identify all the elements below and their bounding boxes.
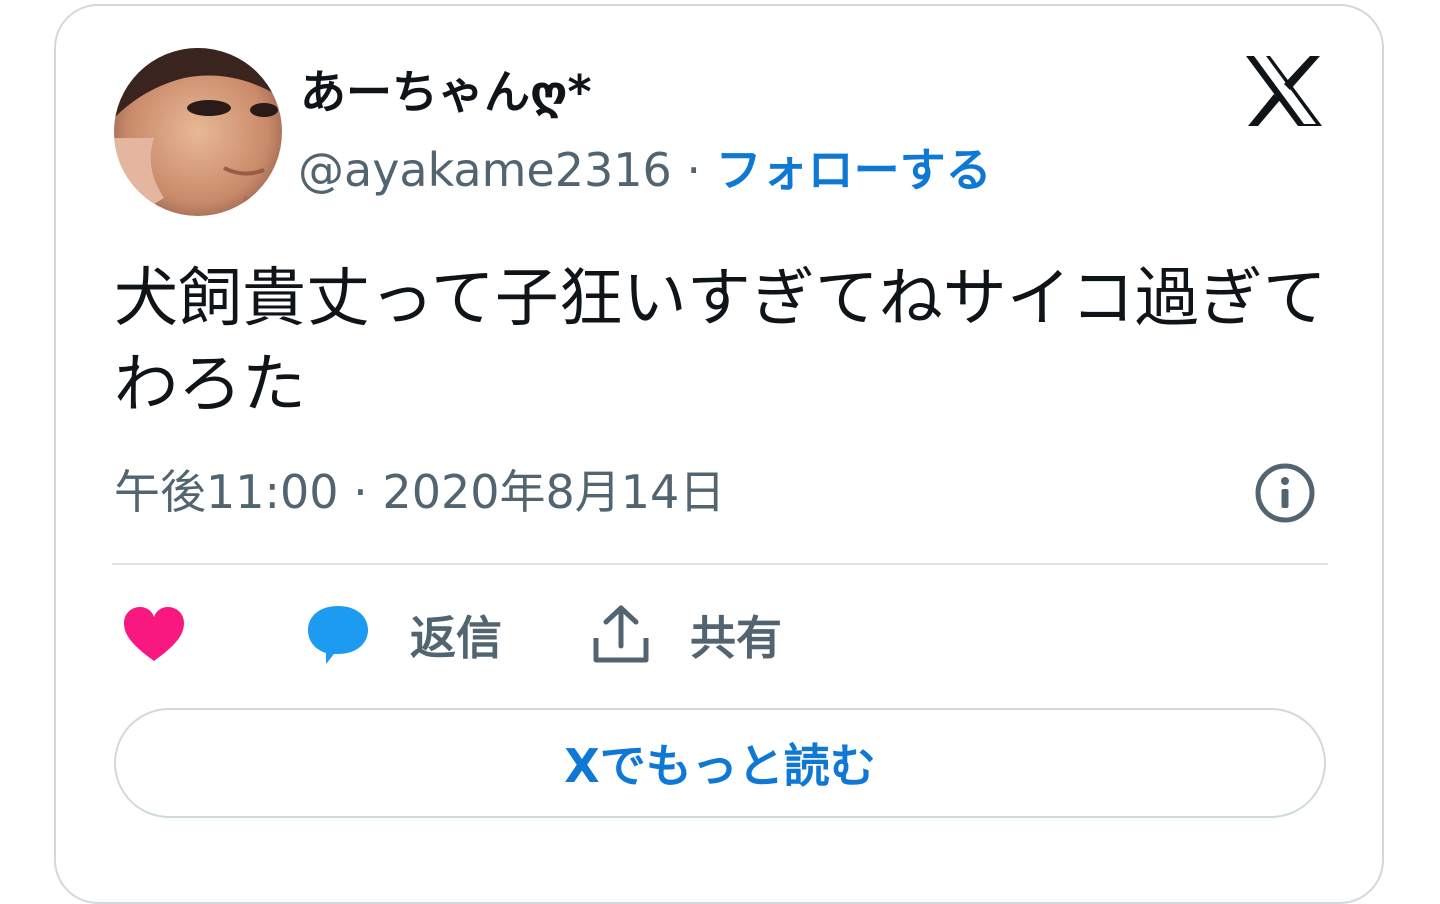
share-label: 共有 (690, 611, 782, 665)
handle-row: @ayakame2316 · フォローする (298, 138, 992, 202)
tweet-text: 犬飼貴丈って子狂いすぎてねサイコ過ぎてわろた (114, 262, 1327, 422)
speech-bubble-icon (308, 606, 368, 664)
reply-button[interactable]: 返信 (306, 600, 502, 670)
follow-button[interactable]: フォローする (716, 143, 992, 197)
share-button[interactable]: 共有 (592, 600, 782, 670)
like-button[interactable] (122, 600, 186, 670)
share-icon (593, 605, 649, 663)
timestamp[interactable]: 午後11:00 · 2020年8月14日 (114, 460, 725, 524)
x-logo-icon[interactable] (1244, 54, 1324, 128)
read-more-button[interactable]: Xでもっと読む (114, 708, 1326, 818)
divider (112, 563, 1328, 565)
user-handle[interactable]: @ayakame2316 (298, 143, 672, 197)
reply-label: 返信 (410, 611, 502, 665)
info-icon[interactable] (1254, 462, 1316, 524)
separator: · (671, 143, 716, 197)
avatar[interactable] (114, 48, 282, 216)
display-name[interactable]: あーちゃんღ* (300, 60, 592, 124)
heart-icon (124, 607, 184, 661)
